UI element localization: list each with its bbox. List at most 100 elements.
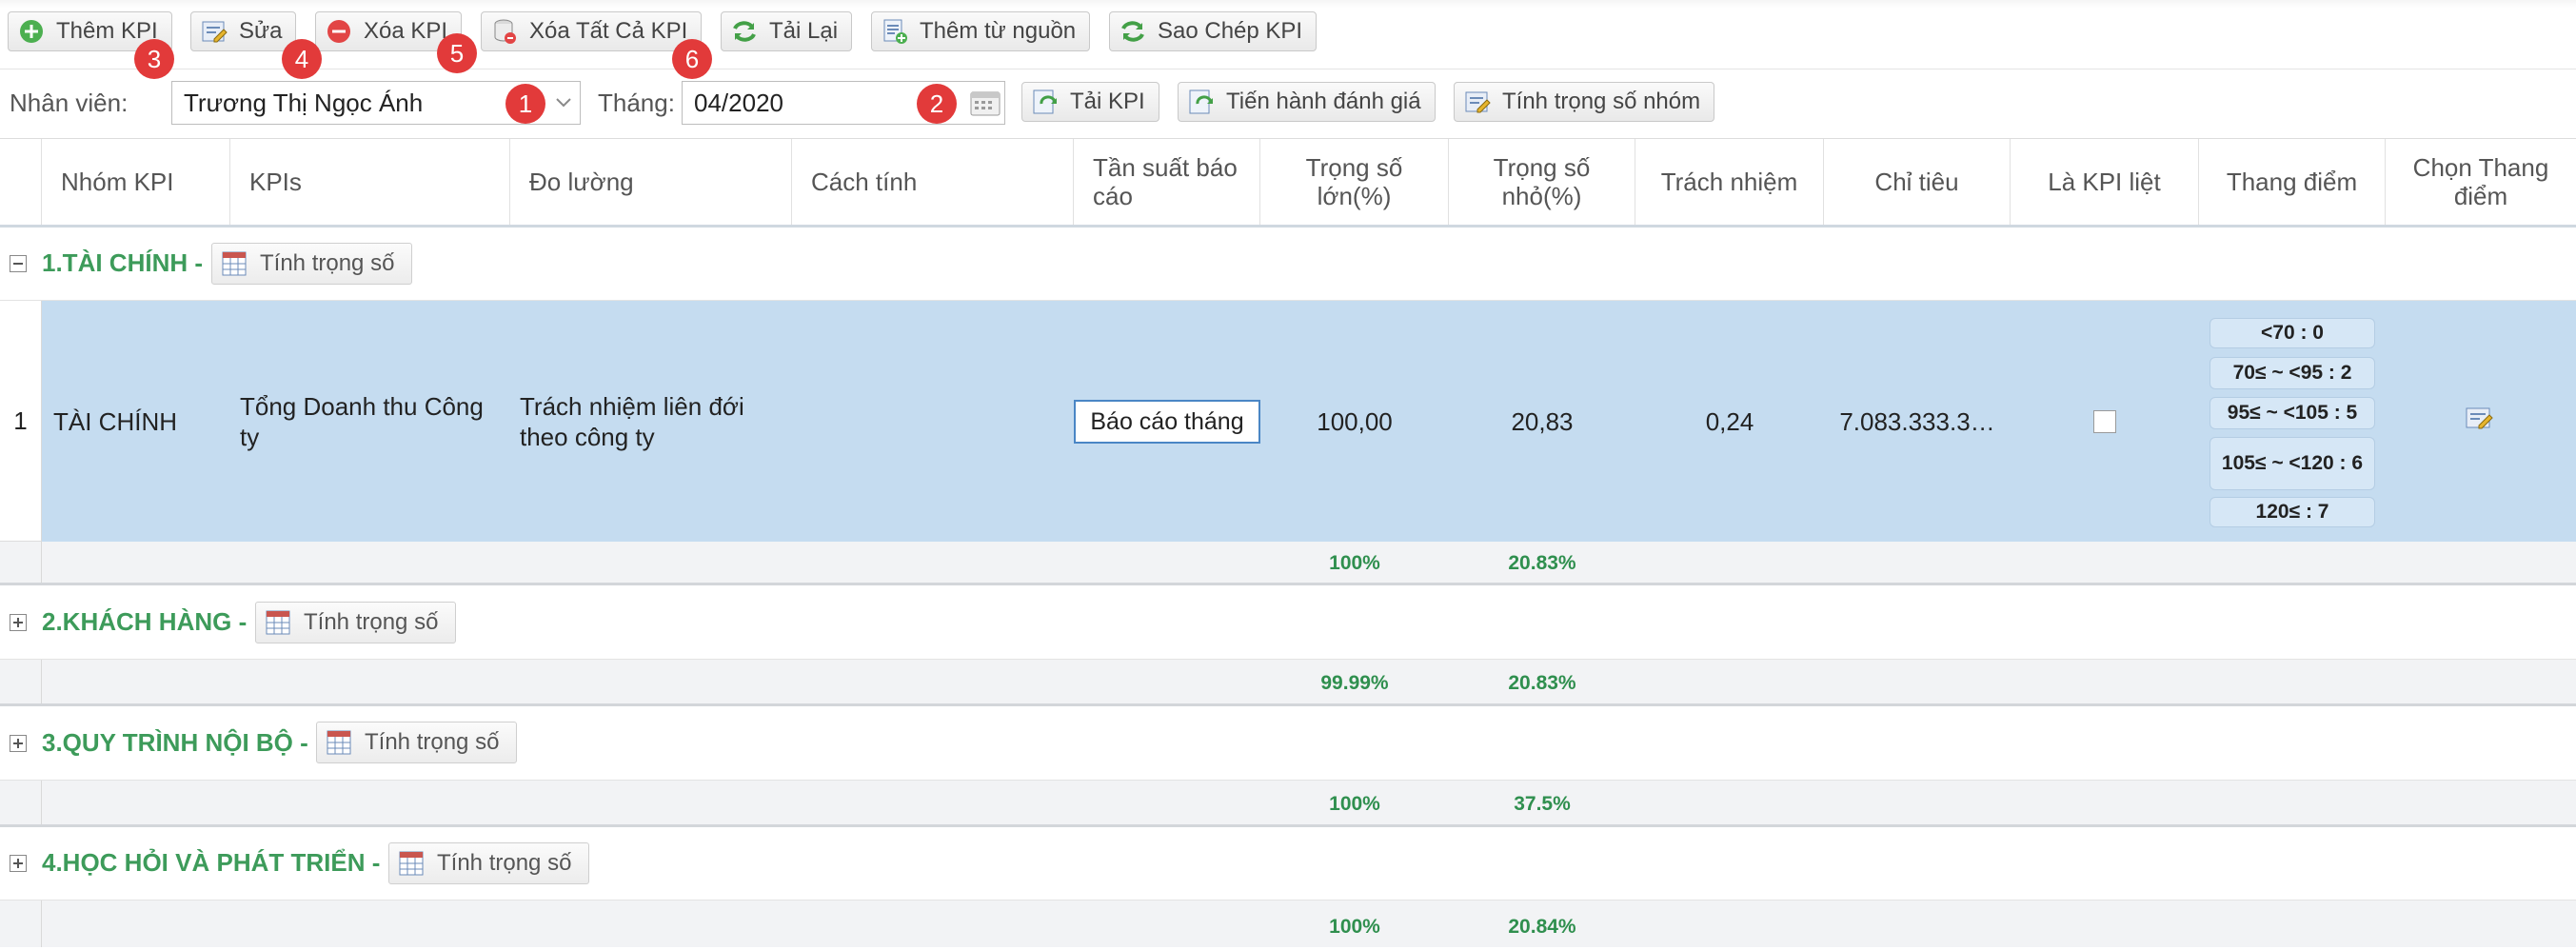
- group-title: 4.HỌC HỎI VÀ PHÁT TRIỂN -: [42, 848, 381, 877]
- calendar-icon[interactable]: [966, 82, 1004, 124]
- scale-item: <70 : 0: [2209, 318, 2375, 348]
- cell-weight-minor: 20,83: [1511, 406, 1574, 436]
- header-measure[interactable]: Đo lường: [510, 139, 792, 225]
- load-kpi-button[interactable]: Tải KPI: [1021, 82, 1159, 122]
- kpi-list-checkbox[interactable]: [2093, 410, 2116, 433]
- kpi-screen: Thêm KPI Sửa Xóa KPI Xóa Tất Cả KPI Tải …: [0, 0, 2576, 947]
- weight-button[interactable]: Tính trọng số: [211, 243, 413, 285]
- scale-item: 105≤ ~ <120 : 6: [2209, 437, 2375, 490]
- collapse-icon[interactable]: [10, 255, 27, 272]
- group-summary-row: 99.99% 20.83%: [0, 660, 2576, 706]
- edit-label: Sửa: [239, 18, 283, 44]
- group-title: 2.KHÁCH HÀNG -: [42, 607, 248, 636]
- choose-scale-icon[interactable]: [2465, 404, 2495, 432]
- row-gutter: [0, 781, 42, 824]
- month-input[interactable]: 04/2020: [682, 81, 1005, 125]
- cell-responsibility: 0,24: [1705, 406, 1754, 436]
- header-weight-major[interactable]: Trọng số lớn(%): [1260, 139, 1449, 225]
- weight-button-label: Tính trọng số: [365, 729, 500, 755]
- reload-button[interactable]: Tải Lại: [721, 11, 853, 51]
- frequency-field[interactable]: Báo cáo tháng: [1074, 400, 1260, 444]
- evaluate-button[interactable]: Tiến hành đánh giá: [1178, 82, 1436, 122]
- header-weight-minor[interactable]: Trọng số nhỏ(%): [1449, 139, 1635, 225]
- cell-weight-major: 100,00: [1317, 406, 1393, 436]
- group-row-learning-growth: 4.HỌC HỎI VÀ PHÁT TRIỂN - Tính trọng số: [0, 827, 2576, 901]
- filter-bar: Nhân viên: Trương Thị Ngọc Ánh Tháng: 04…: [0, 69, 2576, 139]
- annotation-badge: 3: [134, 39, 174, 79]
- group-summary-row: 100% 20.84%: [0, 901, 2576, 947]
- sum-weight-minor: 20.83%: [1508, 671, 1576, 694]
- weight-button[interactable]: Tính trọng số: [255, 602, 457, 643]
- reload-label: Tải Lại: [769, 18, 839, 44]
- delete-icon: [326, 18, 352, 45]
- cell-kpi: Tổng Doanh thu Công ty: [240, 391, 484, 451]
- header-method[interactable]: Cách tính: [792, 139, 1074, 225]
- weight-button[interactable]: Tính trọng số: [316, 722, 518, 763]
- sum-weight-minor: 20.83%: [1508, 552, 1576, 574]
- group-summary-row: 100% 20.83%: [0, 542, 2576, 585]
- add-from-source-label: Thêm từ nguồn: [920, 18, 1077, 44]
- table-icon: [399, 851, 424, 876]
- table-icon: [266, 610, 290, 635]
- delete-all-kpi-label: Xóa Tất Cả KPI: [529, 18, 688, 44]
- row-gutter: [0, 901, 42, 947]
- annotation-badge: 2: [917, 84, 957, 124]
- group-row-finance: 1.TÀI CHÍNH - Tính trọng số: [0, 228, 2576, 301]
- load-kpi-label: Tải KPI: [1070, 89, 1145, 114]
- cell-method: [792, 301, 1074, 542]
- copy-icon: [1120, 18, 1146, 45]
- scale-item: 70≤ ~ <95 : 2: [2209, 357, 2375, 389]
- expand-icon[interactable]: [10, 855, 27, 872]
- group-row-internal-process: 3.QUY TRÌNH NỘI BỘ - Tính trọng số: [0, 706, 2576, 781]
- weight-button-label: Tính trọng số: [437, 850, 572, 876]
- header-frequency[interactable]: Tần suất báo cáo: [1074, 139, 1260, 225]
- cell-target: 7.083.333.3…: [1839, 406, 1995, 436]
- header-scale[interactable]: Thang điểm: [2199, 139, 2386, 225]
- group-row-customer: 2.KHÁCH HÀNG - Tính trọng số: [0, 585, 2576, 660]
- header-target[interactable]: Chỉ tiêu: [1824, 139, 2011, 225]
- edit-button[interactable]: Sửa: [190, 11, 297, 51]
- copy-kpi-button[interactable]: Sao Chép KPI: [1109, 11, 1318, 51]
- grid-header: Nhóm KPI KPIs Đo lường Cách tính Tần suấ…: [0, 139, 2576, 228]
- scale-item: 95≤ ~ <105 : 5: [2209, 397, 2375, 429]
- chevron-down-icon[interactable]: [547, 82, 580, 124]
- header-is-kpi-list[interactable]: Là KPI liệt: [2011, 139, 2199, 225]
- group-title: 3.QUY TRÌNH NỘI BỘ -: [42, 728, 308, 757]
- sum-weight-major: 100%: [1329, 915, 1380, 938]
- annotation-badge: 6: [672, 39, 712, 79]
- employee-label: Nhân viên:: [10, 89, 129, 117]
- row-gutter: [0, 660, 42, 703]
- weight-button-label: Tính trọng số: [260, 250, 395, 276]
- sum-weight-major: 99.99%: [1320, 671, 1389, 694]
- header-group[interactable]: Nhóm KPI: [42, 139, 230, 225]
- group-summary-row: 100% 37.5%: [0, 781, 2576, 827]
- header-kpis[interactable]: KPIs: [230, 139, 510, 225]
- table-row[interactable]: 1 TÀI CHÍNH Tổng Doanh thu Công ty Trách…: [0, 301, 2576, 543]
- scale-item: 120≤ : 7: [2209, 497, 2375, 527]
- header-responsibility[interactable]: Trách nhiệm: [1635, 139, 1824, 225]
- sum-weight-minor: 20.84%: [1508, 915, 1576, 938]
- sum-weight-minor: 37.5%: [1514, 792, 1571, 815]
- weight-button[interactable]: Tính trọng số: [388, 842, 590, 884]
- expand-icon[interactable]: [10, 614, 27, 631]
- copy-kpi-label: Sao Chép KPI: [1158, 18, 1303, 44]
- header-choose-scale[interactable]: Chọn Thang điểm: [2386, 139, 2576, 225]
- delete-all-icon: [491, 18, 518, 45]
- month-value: 04/2020: [694, 88, 783, 117]
- delete-kpi-label: Xóa KPI: [364, 18, 448, 44]
- add-from-source-button[interactable]: Thêm từ nguồn: [871, 11, 1091, 51]
- employee-value: Trương Thị Ngọc Ánh: [184, 88, 424, 117]
- expand-icon[interactable]: [10, 735, 27, 752]
- load-icon: [1032, 89, 1059, 115]
- edit-icon: [201, 18, 228, 45]
- evaluate-label: Tiến hành đánh giá: [1226, 89, 1421, 114]
- sum-weight-major: 100%: [1329, 792, 1380, 815]
- annotation-badge: 4: [282, 39, 322, 79]
- toolbar: Thêm KPI Sửa Xóa KPI Xóa Tất Cả KPI Tải …: [0, 0, 2576, 69]
- add-from-source-icon: [882, 18, 908, 45]
- annotation-badge: 1: [505, 84, 545, 124]
- group-weight-button[interactable]: Tính trọng số nhóm: [1454, 82, 1715, 122]
- delete-all-kpi-button[interactable]: Xóa Tất Cả KPI: [481, 11, 703, 51]
- group-weight-icon: [1464, 89, 1491, 115]
- month-label: Tháng:: [598, 89, 675, 117]
